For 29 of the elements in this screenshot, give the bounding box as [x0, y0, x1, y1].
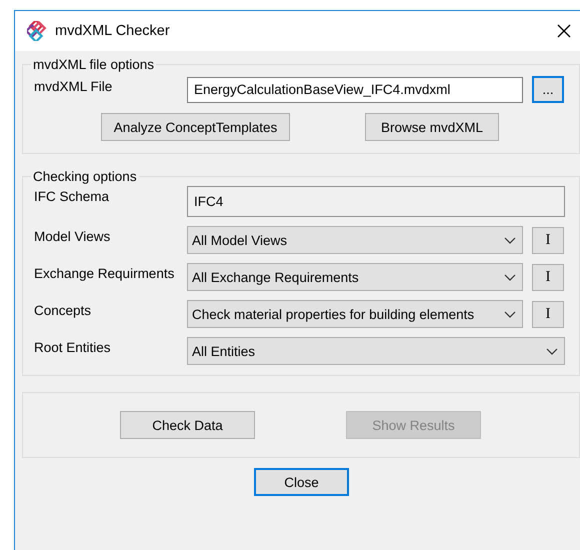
- close-button[interactable]: Close: [254, 468, 349, 496]
- dropdown[interactable]: All Exchange Requirements: [187, 263, 523, 291]
- field-label: Exchange Requirments: [34, 265, 176, 281]
- file-path-field[interactable]: EnergyCalculationBaseView_IFC4.mvdxml: [187, 76, 523, 102]
- group-legend: Checking options: [31, 169, 139, 184]
- chevron-icon: [504, 236, 516, 244]
- info-button[interactable]: I: [532, 226, 564, 254]
- dropdown[interactable]: All Model Views: [187, 226, 523, 254]
- dropdown[interactable]: Check material properties for building elements: [187, 300, 523, 328]
- field-label: IFC Schema: [34, 188, 110, 204]
- field-label: Concepts: [34, 302, 92, 318]
- close-icon[interactable]: [557, 24, 571, 38]
- action-button[interactable]: Check Data: [120, 411, 255, 439]
- logo-icon: [27, 21, 47, 41]
- action-button[interactable]: Browse mvdXML: [365, 113, 499, 141]
- info-button[interactable]: I: [532, 264, 564, 290]
- dropdown[interactable]: All Entities: [187, 337, 565, 365]
- chevron-icon: [504, 274, 516, 280]
- field-label: mvdXML File: [34, 78, 114, 94]
- action-button[interactable]: Analyze ConceptTemplates: [101, 113, 290, 141]
- chevron-icon: [504, 310, 516, 318]
- chevron-icon: [546, 348, 558, 354]
- browse-file-button[interactable]: ...: [532, 76, 564, 103]
- schema-field[interactable]: IFC4: [187, 186, 565, 217]
- info-button[interactable]: I: [532, 300, 564, 328]
- field-label: Model Views: [34, 228, 112, 244]
- field-label: Root Entities: [34, 339, 112, 355]
- window-title: mvdXML Checker: [55, 23, 171, 39]
- group-legend: mvdXML file options: [31, 57, 156, 72]
